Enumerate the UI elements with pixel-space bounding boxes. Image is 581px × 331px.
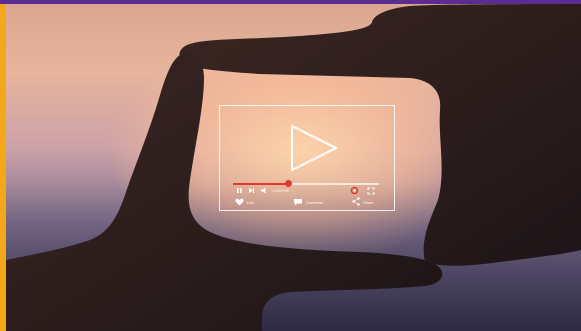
heart-icon[interactable]: [235, 198, 244, 206]
progress-thumb[interactable]: [284, 180, 292, 187]
hero-image: 1:03/2:56 Like Comment Share: [0, 0, 581, 331]
like-label: Like: [247, 200, 255, 205]
progress-fill: [233, 183, 289, 185]
skip-next-icon[interactable]: [248, 187, 255, 194]
volume-icon[interactable]: [260, 187, 267, 194]
progress-bar[interactable]: [233, 180, 379, 187]
settings-icon[interactable]: [350, 186, 359, 195]
comment-icon[interactable]: [293, 198, 303, 206]
comment-label: Comment: [306, 200, 324, 205]
share-icon[interactable]: [352, 197, 360, 206]
play-icon[interactable]: [290, 124, 340, 172]
fullscreen-icon[interactable]: [367, 187, 375, 195]
pause-icon[interactable]: [236, 187, 243, 194]
playback-time: 1:03/2:56: [272, 188, 289, 193]
share-label: Share: [363, 200, 374, 205]
